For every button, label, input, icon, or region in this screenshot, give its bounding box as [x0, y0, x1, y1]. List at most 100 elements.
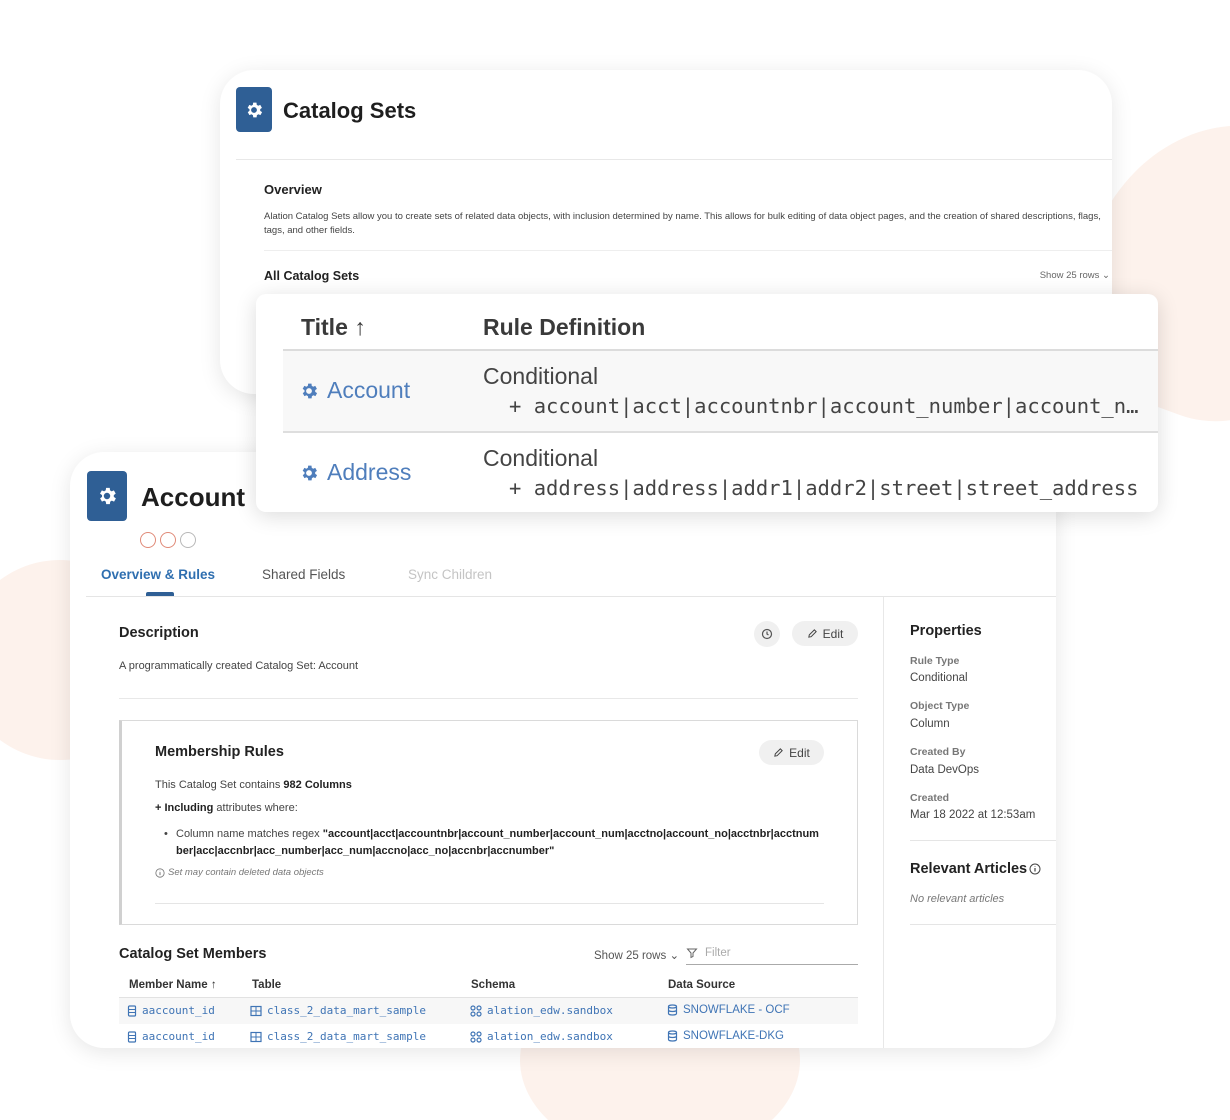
info-icon[interactable]	[1029, 863, 1041, 875]
tab-shared-fields[interactable]: Shared Fields	[262, 567, 345, 582]
all-catalog-sets-heading: All Catalog Sets	[264, 269, 360, 283]
rule-text: account|acct|accountnbr|account_number|a…	[533, 394, 1139, 418]
rule-item: • Column name matches regex "account|acc…	[164, 826, 824, 860]
membership-rules-heading: Membership Rules	[155, 744, 284, 760]
column-header-label: Member Name	[129, 979, 208, 991]
member-name-link[interactable]: aaccount_id	[127, 1030, 215, 1043]
chevron-down-icon: ⌄	[669, 950, 680, 962]
column-header-data-source[interactable]: Data Source	[668, 979, 735, 991]
overview-text: Alation Catalog Sets allow you to create…	[264, 211, 1101, 236]
member-count-prefix: This Catalog Set contains	[155, 779, 284, 791]
history-button[interactable]	[754, 621, 780, 647]
divider	[910, 840, 1056, 841]
catalog-set-link-address[interactable]: Address	[299, 459, 411, 486]
description-heading: Description	[119, 625, 199, 641]
plus-icon: +	[509, 394, 534, 418]
pencil-icon	[807, 629, 817, 638]
schema-link[interactable]: alation_edw.sandbox	[470, 1030, 613, 1043]
flag-circle-icon[interactable]	[160, 532, 176, 548]
filter-placeholder: Filter	[705, 947, 731, 959]
database-icon	[667, 1030, 678, 1042]
property-value-created-by[interactable]: Data DevOps	[910, 764, 979, 776]
rule-type: Conditional	[483, 363, 599, 389]
column-header-title[interactable]: Title ↑	[301, 314, 366, 341]
note-text: Set may contain deleted data objects	[168, 867, 324, 878]
chevron-down-icon: ⌄	[1102, 270, 1110, 281]
column-header-rule-definition[interactable]: Rule Definition	[483, 314, 645, 341]
property-value-object-type: Column	[910, 718, 950, 730]
catalog-sets-table-zoom: Title ↑ Rule Definition Account Conditio…	[256, 294, 1158, 512]
property-label-rule-type: Rule Type	[910, 655, 960, 667]
flag-circle-icon[interactable]	[140, 532, 156, 548]
member-name-link[interactable]: aaccount_id	[127, 1004, 215, 1017]
gear-icon	[302, 465, 318, 480]
gear-icon	[87, 471, 127, 521]
member-name: aaccount_id	[142, 1030, 215, 1043]
schema-link[interactable]: alation_edw.sandbox	[470, 1004, 613, 1017]
edit-rules-button[interactable]: Edit	[759, 740, 824, 765]
schema-icon	[470, 1004, 482, 1017]
catalog-set-link-account[interactable]: Account	[299, 377, 410, 404]
property-label-created: Created	[910, 792, 950, 804]
table-row: aaccount_id class_2_data_mart_sample ala…	[119, 1024, 858, 1048]
page-title: Account	[141, 482, 245, 512]
table-name: class_2_data_mart_sample	[267, 1004, 426, 1017]
catalog-set-name: Address	[327, 459, 412, 485]
divider	[155, 903, 824, 904]
show-rows-select[interactable]: Show 25 rows ⌄	[1040, 270, 1110, 281]
deleted-objects-note: Set may contain deleted data objects	[155, 867, 324, 878]
clock-icon	[761, 628, 773, 640]
divider	[910, 924, 1056, 925]
filter-input[interactable]: Filter	[686, 942, 858, 965]
flag-circle-icon[interactable]	[180, 532, 196, 548]
rule-definition: + address|address|addr1|addr2|street|str…	[509, 476, 1139, 500]
edit-label: Edit	[789, 745, 810, 760]
sort-ascending-icon: ↑	[210, 979, 217, 991]
divider	[264, 250, 1112, 251]
rule-text: address|address|addr1|addr2|street|stree…	[533, 476, 1139, 500]
show-rows-label: Show 25 rows	[594, 950, 667, 962]
edit-description-button[interactable]: Edit	[792, 621, 858, 646]
including-rest: attributes where:	[213, 802, 298, 814]
plus-icon: +	[509, 476, 534, 500]
description-text: A programmatically created Catalog Set: …	[119, 660, 359, 672]
column-header-schema[interactable]: Schema	[471, 979, 515, 991]
member-count-text: This Catalog Set contains 982 Columns	[155, 779, 352, 791]
table-row: aaccount_id class_2_data_mart_sample ala…	[119, 998, 858, 1024]
relevant-articles-label: Relevant Articles	[910, 861, 1028, 877]
pencil-icon	[774, 748, 784, 757]
catalog-set-name: Account	[327, 377, 411, 403]
edit-label: Edit	[822, 626, 844, 641]
schema-name: alation_edw.sandbox	[487, 1030, 613, 1043]
filter-icon	[686, 948, 698, 959]
including-label: + Including	[155, 802, 214, 814]
rule-prefix: Column name matches regex	[176, 828, 323, 840]
rule-type: Conditional	[483, 445, 599, 471]
divider	[236, 159, 1112, 160]
divider	[86, 596, 1056, 597]
relevant-articles-heading: Relevant Articles	[910, 861, 1041, 877]
column-header-table[interactable]: Table	[252, 979, 281, 991]
table-link[interactable]: class_2_data_mart_sample	[250, 1004, 426, 1017]
member-count: 982 Columns	[283, 779, 352, 791]
data-source-link[interactable]: SNOWFLAKE - OCF	[667, 1004, 790, 1016]
column-icon	[127, 1004, 137, 1017]
member-name: aaccount_id	[142, 1004, 215, 1017]
members-show-rows-select[interactable]: Show 25 rows ⌄	[594, 948, 679, 962]
including-text: + Including attributes where:	[155, 802, 298, 814]
no-articles-text: No relevant articles	[910, 893, 1005, 905]
tab-overview-rules[interactable]: Overview & Rules	[101, 567, 215, 582]
data-source-link[interactable]: SNOWFLAKE-DKG	[667, 1030, 784, 1042]
column-header-member-name[interactable]: Member Name ↑	[129, 979, 217, 991]
page-title: Catalog Sets	[283, 98, 417, 123]
account-card: Account Overview & Rules Shared Fields S…	[70, 452, 1056, 1048]
properties-heading: Properties	[910, 623, 982, 639]
trust-flags[interactable]	[140, 532, 196, 548]
show-rows-label: Show 25 rows	[1039, 270, 1100, 281]
bullet: •	[164, 828, 168, 840]
schema-icon	[470, 1030, 482, 1043]
sort-ascending-icon: ↑	[354, 314, 366, 340]
table-link[interactable]: class_2_data_mart_sample	[250, 1030, 426, 1043]
data-source-name: SNOWFLAKE - OCF	[683, 1004, 790, 1016]
tab-sync-children[interactable]: Sync Children	[408, 567, 492, 582]
